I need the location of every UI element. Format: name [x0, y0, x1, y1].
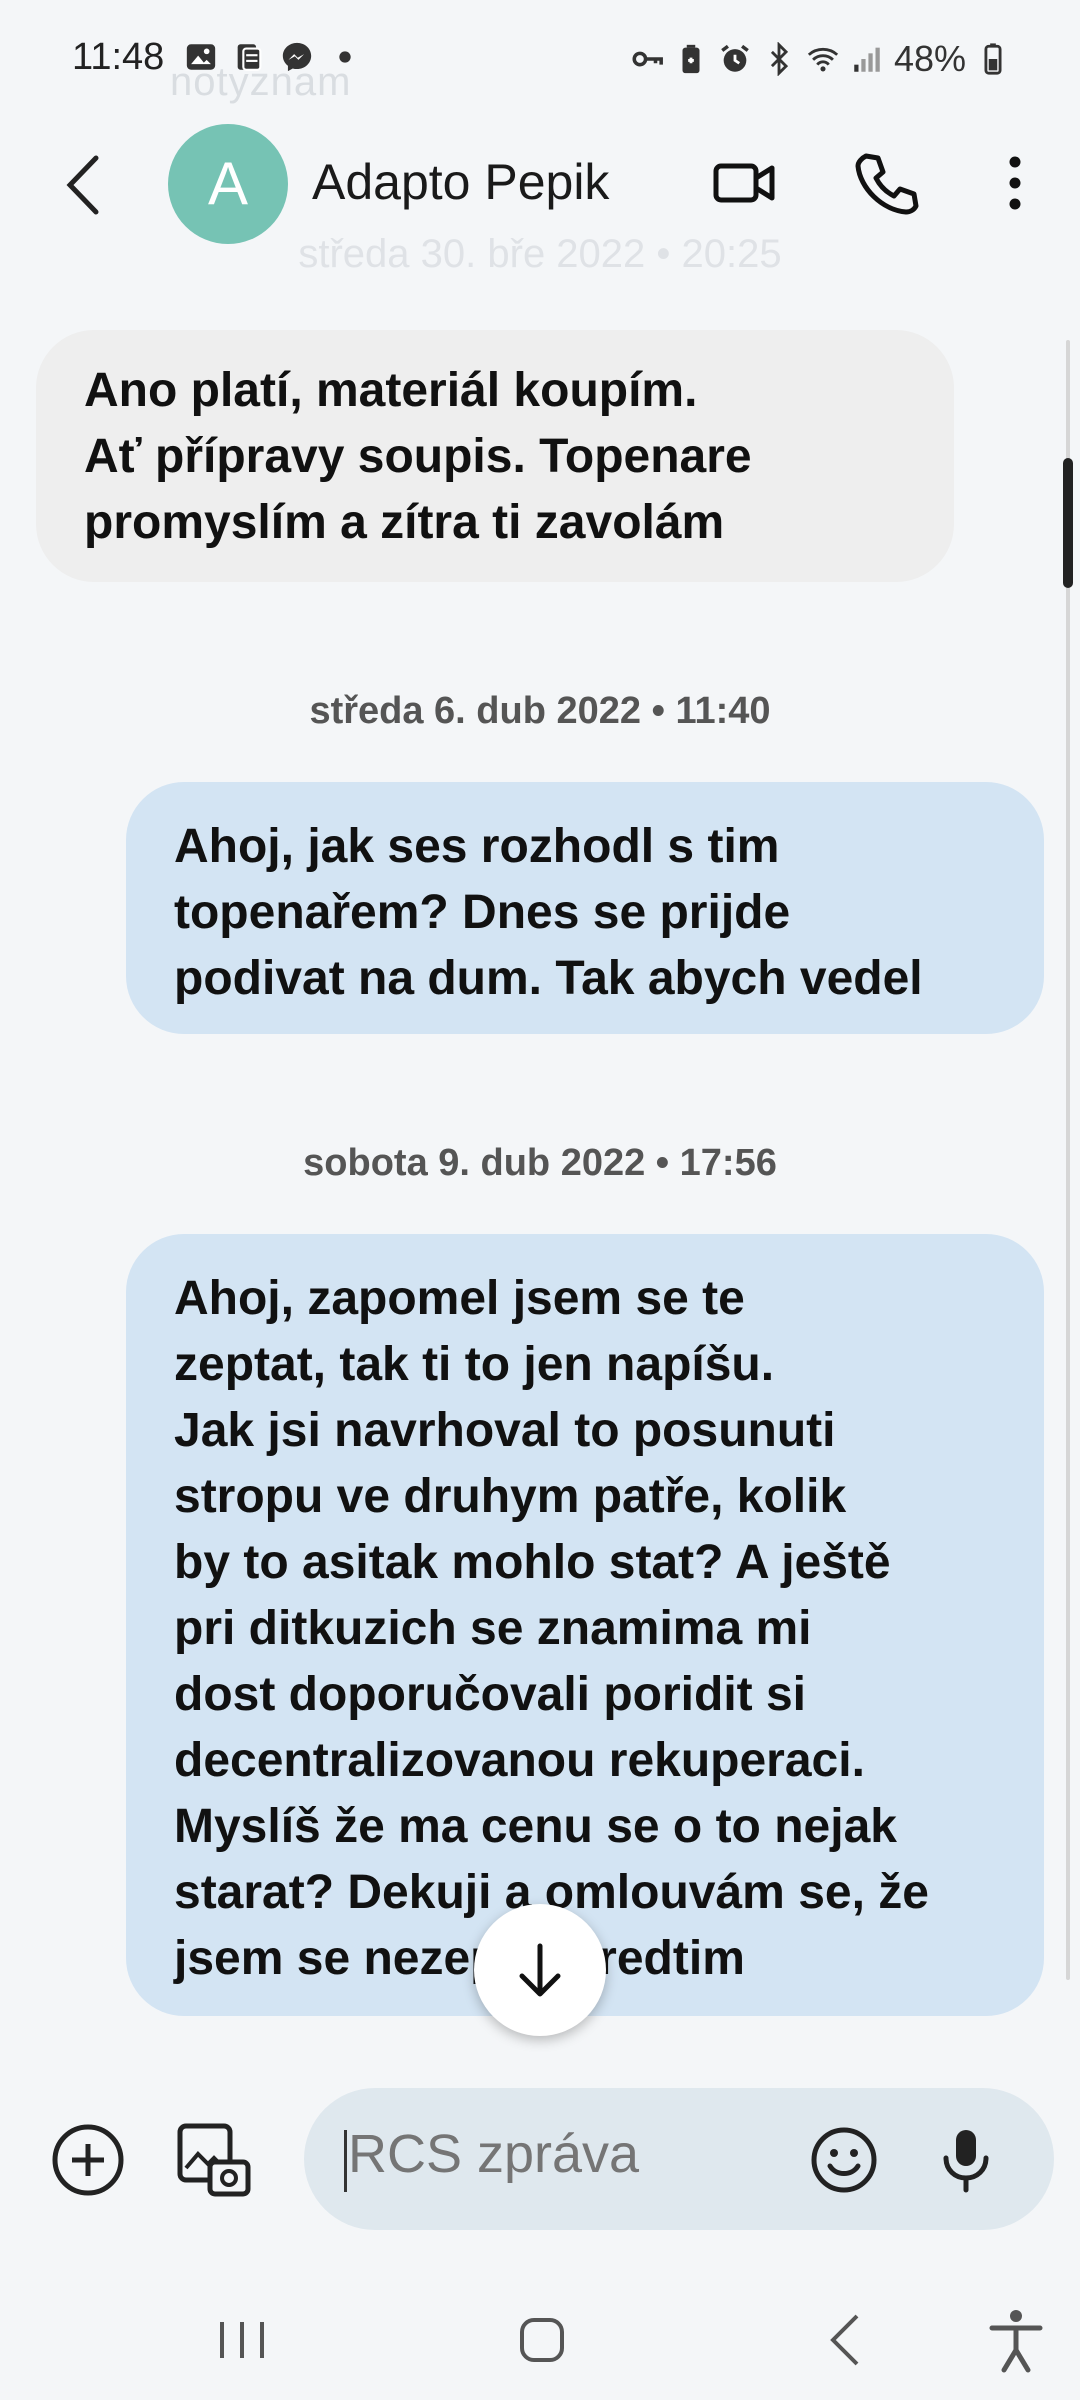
bluetooth-icon — [770, 42, 789, 76]
avatar[interactable]: A — [168, 124, 288, 244]
incoming-message-bubble[interactable]: Ano platí, materiál koupím. Ať přípravy … — [36, 330, 954, 582]
recent-apps-icon[interactable] — [202, 2300, 282, 2380]
arrow-down-icon — [519, 1943, 561, 1997]
home-icon[interactable] — [502, 2300, 582, 2380]
battery-percent: 48% — [893, 38, 966, 79]
date-separator: středa 6. dub 2022 • 11:40 — [309, 690, 771, 732]
scroll-to-bottom-button[interactable] — [474, 1904, 606, 2036]
navigation-bar — [0, 2280, 1080, 2400]
message-text: Ano platí, materiál koupím. Ať přípravy … — [84, 364, 752, 549]
wifi-icon — [807, 47, 839, 72]
more-options-icon[interactable] — [980, 148, 1050, 218]
scrollbar-thumb[interactable] — [1063, 458, 1073, 588]
emoji-icon[interactable] — [804, 2120, 884, 2200]
video-call-icon[interactable] — [710, 148, 780, 218]
battery-icon — [984, 43, 1002, 75]
message-input[interactable] — [346, 2122, 770, 2186]
contact-name[interactable]: Adapto Pepik — [312, 153, 609, 211]
add-attachment-icon[interactable] — [48, 2120, 128, 2200]
status-time: 11:48 — [72, 36, 165, 78]
date-separator: sobota 9. dub 2022 • 17:56 — [303, 1142, 777, 1184]
microphone-icon[interactable] — [926, 2120, 1006, 2200]
phone-call-icon[interactable] — [852, 148, 922, 218]
outgoing-message-bubble[interactable]: Ahoj, jak ses rozhodl s tim topenařem? D… — [126, 782, 1044, 1034]
back-arrow-icon[interactable] — [58, 150, 108, 220]
conversation-header: A Adapto Pepik — [0, 118, 1080, 248]
faded-previous-text: notyznam — [170, 60, 352, 104]
message-text: Ahoj, zapomel jsem se te zeptat, tak ti … — [174, 1272, 929, 1985]
gallery-camera-icon[interactable] — [174, 2120, 254, 2200]
back-nav-icon[interactable] — [805, 2300, 885, 2380]
message-text: Ahoj, jak ses rozhodl s tim topenařem? D… — [174, 820, 923, 1005]
messages-screen: 11:48 48% notyznam středa 30. bře 2022 •… — [0, 0, 1080, 2400]
vpn-key-icon — [632, 51, 663, 67]
outgoing-message-bubble[interactable]: Ahoj, zapomel jsem se te zeptat, tak ti … — [126, 1234, 1044, 2016]
accessibility-icon[interactable] — [976, 2300, 1056, 2380]
signal-icon — [854, 47, 880, 72]
battery-saver-icon — [682, 44, 700, 74]
status-bar: 11:48 48% — [0, 0, 1080, 120]
message-composer — [0, 2070, 1080, 2250]
alarm-icon — [721, 44, 749, 72]
system-icons: 48% — [630, 38, 1010, 80]
